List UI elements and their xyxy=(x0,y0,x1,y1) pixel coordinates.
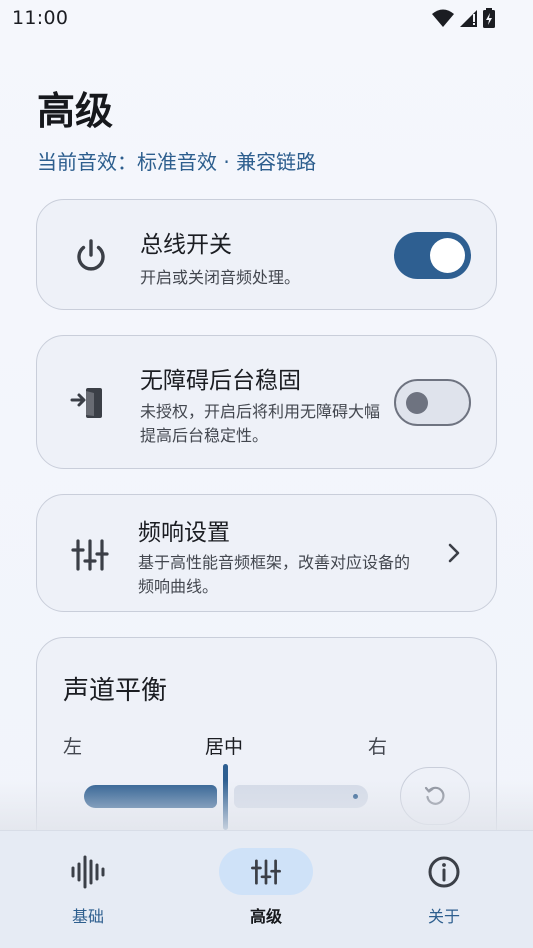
accessibility-keepalive-description: 未授权，开启后将利用无障碍大幅提高后台稳定性。 xyxy=(140,402,381,445)
nav-pill-selected xyxy=(219,848,313,895)
frequency-settings-title: 频响设置 xyxy=(138,520,230,546)
balance-label-left: 左 xyxy=(63,736,83,758)
bus-switch-description: 开启或关闭音频处理。 xyxy=(140,268,301,287)
bus-switch-toggle[interactable] xyxy=(394,232,471,279)
frequency-settings-description: 基于高性能音频框架，改善对应设备的频响曲线。 xyxy=(138,553,411,596)
bus-switch-card[interactable]: 总线开关 开启或关闭音频处理。 xyxy=(36,199,497,310)
nav-label-basic: 基础 xyxy=(71,907,104,926)
screen: 11:00 高级 当前音效：标准音效 · 兼容链路 总线开关 开启或关闭音频处理… xyxy=(0,0,533,948)
nav-label-advanced: 高级 xyxy=(249,907,282,926)
bottom-navigation: 基础 高级 关于 xyxy=(0,830,533,948)
waveform-icon xyxy=(71,855,105,888)
current-effect-subtitle: 当前音效：标准音效 · 兼容链路 xyxy=(37,150,317,174)
tune-icon xyxy=(251,858,281,885)
nav-pill xyxy=(41,848,135,895)
status-bar: 11:00 xyxy=(0,0,533,36)
accessibility-keepalive-title: 无障碍后台稳固 xyxy=(140,368,301,394)
page-title: 高级 xyxy=(37,89,114,133)
cellular-icon xyxy=(460,10,477,27)
accessibility-keepalive-card[interactable]: 无障碍后台稳固 未授权，开启后将利用无障碍大幅提高后台稳定性。 xyxy=(36,335,497,469)
chevron-right-icon xyxy=(448,543,460,563)
nav-pill xyxy=(397,848,491,895)
toggle-knob xyxy=(430,238,465,273)
status-time: 11:00 xyxy=(12,7,69,29)
status-icons xyxy=(431,8,495,28)
wifi-icon xyxy=(432,9,454,27)
login-icon xyxy=(70,388,102,418)
accessibility-keepalive-toggle[interactable] xyxy=(394,379,471,426)
frequency-settings-card[interactable]: 频响设置 基于高性能音频框架，改善对应设备的频响曲线。 xyxy=(36,494,497,612)
info-icon xyxy=(428,856,460,887)
channel-balance-title: 声道平衡 xyxy=(63,676,168,706)
nav-item-about[interactable]: 关于 xyxy=(374,831,514,948)
nav-item-advanced[interactable]: 高级 xyxy=(196,831,336,948)
balance-label-right: 右 xyxy=(368,736,388,758)
toggle-knob xyxy=(406,392,428,414)
balance-label-center: 居中 xyxy=(205,736,244,758)
bottom-scroll-fade xyxy=(0,780,533,830)
bus-switch-title: 总线开关 xyxy=(140,232,232,258)
tune-icon xyxy=(71,539,109,571)
nav-label-about: 关于 xyxy=(427,907,460,926)
battery-icon xyxy=(483,8,495,28)
power-icon xyxy=(77,239,105,271)
nav-item-basic[interactable]: 基础 xyxy=(18,831,158,948)
